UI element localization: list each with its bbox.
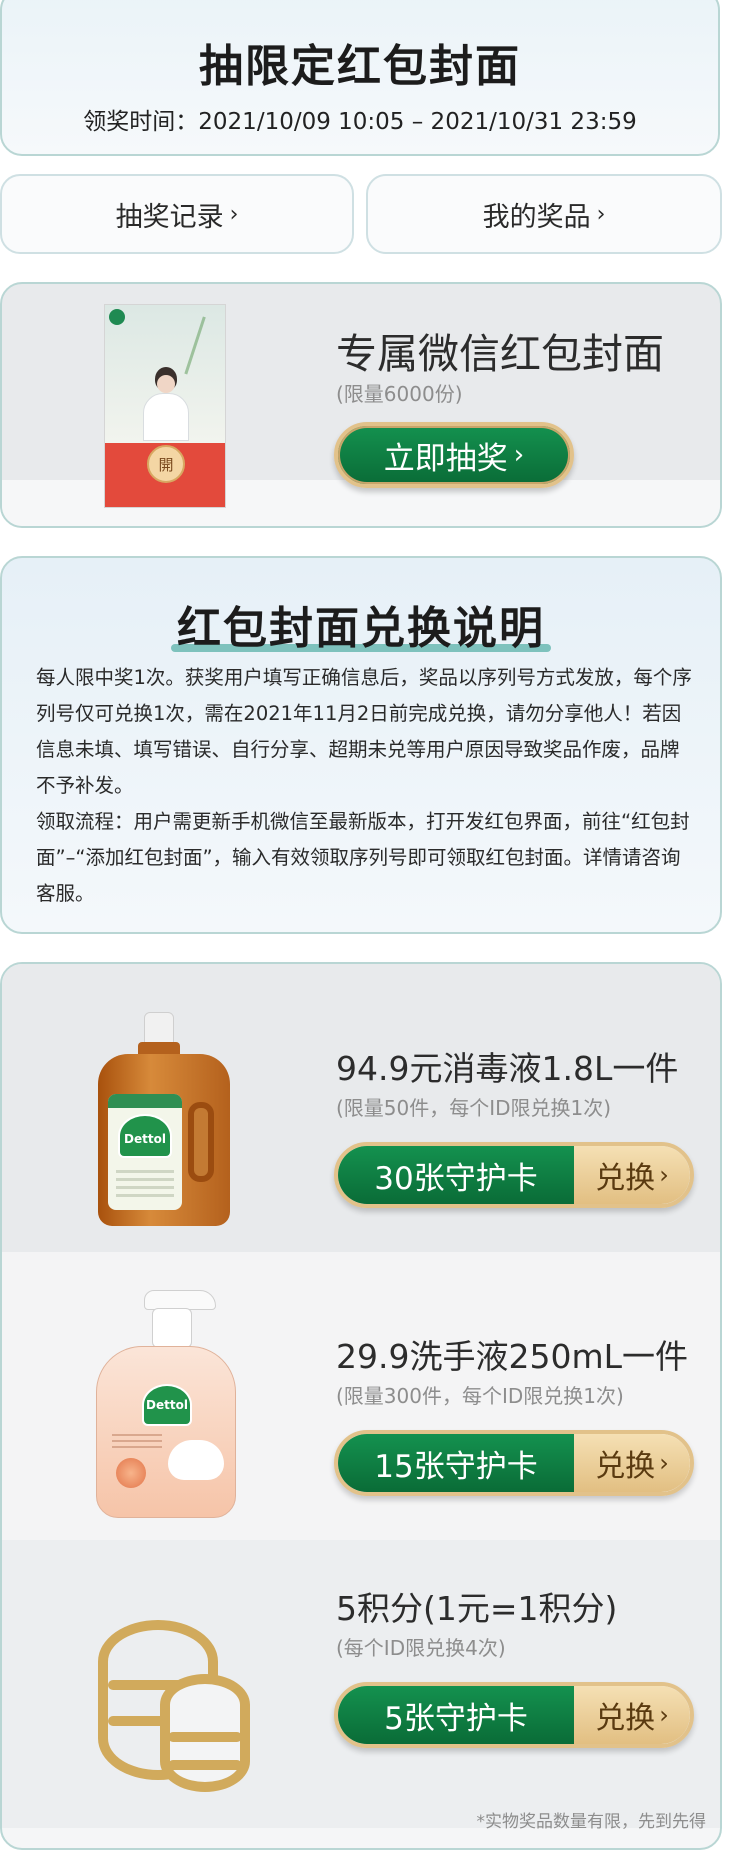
prize-title: 29.9洗手液250mL一件: [336, 1337, 688, 1376]
exchange-action: 兑换 ›: [574, 1146, 690, 1204]
bottle-handle: [188, 1102, 214, 1182]
chevron-right-icon: ›: [659, 1701, 669, 1729]
chevron-right-icon: ›: [513, 440, 525, 470]
coin-ring: [168, 1760, 242, 1770]
draw-record-label: 抽奖记录: [115, 201, 224, 233]
rules-card: 红包封面兑换说明 每人限中奖1次。获奖用户填写正确信息后，奖品以序列号方式发放，…: [0, 556, 722, 934]
pump-body: [96, 1346, 236, 1518]
spokesperson-figure: [141, 367, 191, 441]
header-card: 抽限定红包封面 领奖时间：2021/10/09 10:05 – 2021/10/…: [0, 0, 720, 156]
draw-now-button[interactable]: 立即抽奖 ›: [334, 422, 574, 488]
exchange-action: 兑换 ›: [574, 1686, 690, 1744]
exchange-button[interactable]: 15张守护卡 兑换 ›: [334, 1430, 694, 1496]
rules-title: 红包封面兑换说明: [171, 592, 551, 656]
exchange-label: 兑换: [595, 1701, 656, 1736]
bottle-cap: [144, 1012, 174, 1046]
exchange-row: Dettol 94.9元消毒液1.8L一件 (限量50件，每个ID限兑换1次) …: [2, 964, 720, 1252]
chevron-right-icon: ›: [229, 201, 239, 227]
packet-subtitle: (限量6000份): [336, 382, 463, 406]
exchange-action: 兑换 ›: [574, 1434, 690, 1492]
chevron-right-icon: ›: [659, 1449, 669, 1477]
pump-head: [144, 1290, 216, 1310]
coins-icon: [98, 1620, 258, 1800]
rules-paragraph: 每人限中奖1次。获奖用户填写正确信息后，奖品以序列号方式发放，每个序列号仅可兑换…: [36, 666, 692, 797]
hand-wash-bottle-image: Dettol: [94, 1290, 244, 1520]
label-text-lines: [116, 1170, 174, 1200]
page-title: 抽限定红包封面: [193, 30, 527, 94]
disinfectant-bottle-image: Dettol: [94, 1012, 234, 1226]
exchange-card: Dettol 94.9元消毒液1.8L一件 (限量50件，每个ID限兑换1次) …: [0, 962, 722, 1850]
rules-paragraph: 领取流程：用户需更新手机微信至最新版本，打开发红包界面，前往“红包封面”–“添加…: [36, 810, 690, 905]
exchange-button[interactable]: 30张守护卡 兑换 ›: [334, 1142, 694, 1208]
figure-face: [157, 375, 175, 393]
prize-limit: (每个ID限兑换4次): [336, 1636, 506, 1660]
header-title-wrap: 抽限定红包封面: [2, 30, 718, 94]
draw-record-button[interactable]: 抽奖记录 ›: [0, 174, 354, 254]
open-seal-icon: 開: [147, 445, 185, 483]
label-band: [108, 1094, 182, 1108]
citrus-graphic: [116, 1458, 146, 1488]
coin-ring: [168, 1732, 242, 1742]
rules-text: 每人限中奖1次。获奖用户填写正确信息后，奖品以序列号方式发放，每个序列号仅可兑换…: [36, 660, 696, 912]
red-packet-cover-image: 開: [104, 304, 226, 508]
rules-title-wrap: 红包封面兑换说明: [2, 592, 720, 656]
foam-graphic: [168, 1440, 224, 1480]
exchange-cost: 15张守护卡: [338, 1434, 574, 1492]
prize-title: 94.9元消毒液1.8L一件: [336, 1049, 679, 1088]
brand-mark: Dettol: [146, 1398, 188, 1412]
exchange-cost: 30张守护卡: [338, 1146, 574, 1204]
brand-mark: Dettol: [124, 1132, 166, 1146]
brand-logo-icon: [109, 309, 125, 325]
exchange-button[interactable]: 5张守护卡 兑换 ›: [334, 1682, 694, 1748]
exchange-cost: 5张守护卡: [338, 1686, 574, 1744]
exchange-label: 兑换: [595, 1449, 656, 1484]
prize-title: 5积分(1元=1积分): [336, 1589, 618, 1628]
bottle-label: Dettol: [108, 1094, 182, 1210]
pump-stem: [152, 1308, 192, 1348]
exchange-label: 兑换: [595, 1161, 656, 1196]
figure-body: [143, 393, 189, 441]
my-prizes-button[interactable]: 我的奖品 ›: [366, 174, 722, 254]
draw-now-label: 立即抽奖: [383, 440, 508, 477]
chevron-right-icon: ›: [596, 201, 606, 227]
footnote: *实物奖品数量有限，先到先得: [476, 1812, 707, 1832]
chevron-right-icon: ›: [659, 1161, 669, 1189]
prize-limit: (限量300件，每个ID限兑换1次): [336, 1384, 624, 1408]
my-prizes-label: 我的奖品: [482, 201, 591, 233]
label-text-lines: [112, 1434, 162, 1452]
exchange-row: 5积分(1元=1积分) (每个ID限兑换4次) 5张守护卡 兑换 ›: [2, 1540, 720, 1828]
packet-title: 专属微信红包封面: [336, 330, 664, 378]
claim-period: 领奖时间：2021/10/09 10:05 – 2021/10/31 23:59: [83, 109, 637, 135]
exchange-row: Dettol 29.9洗手液250mL一件 (限量300件，每个ID限兑换1次)…: [2, 1252, 720, 1540]
red-packet-card: 開 专属微信红包封面 (限量6000份) 立即抽奖 ›: [0, 282, 722, 528]
prize-limit: (限量50件，每个ID限兑换1次): [336, 1096, 612, 1120]
